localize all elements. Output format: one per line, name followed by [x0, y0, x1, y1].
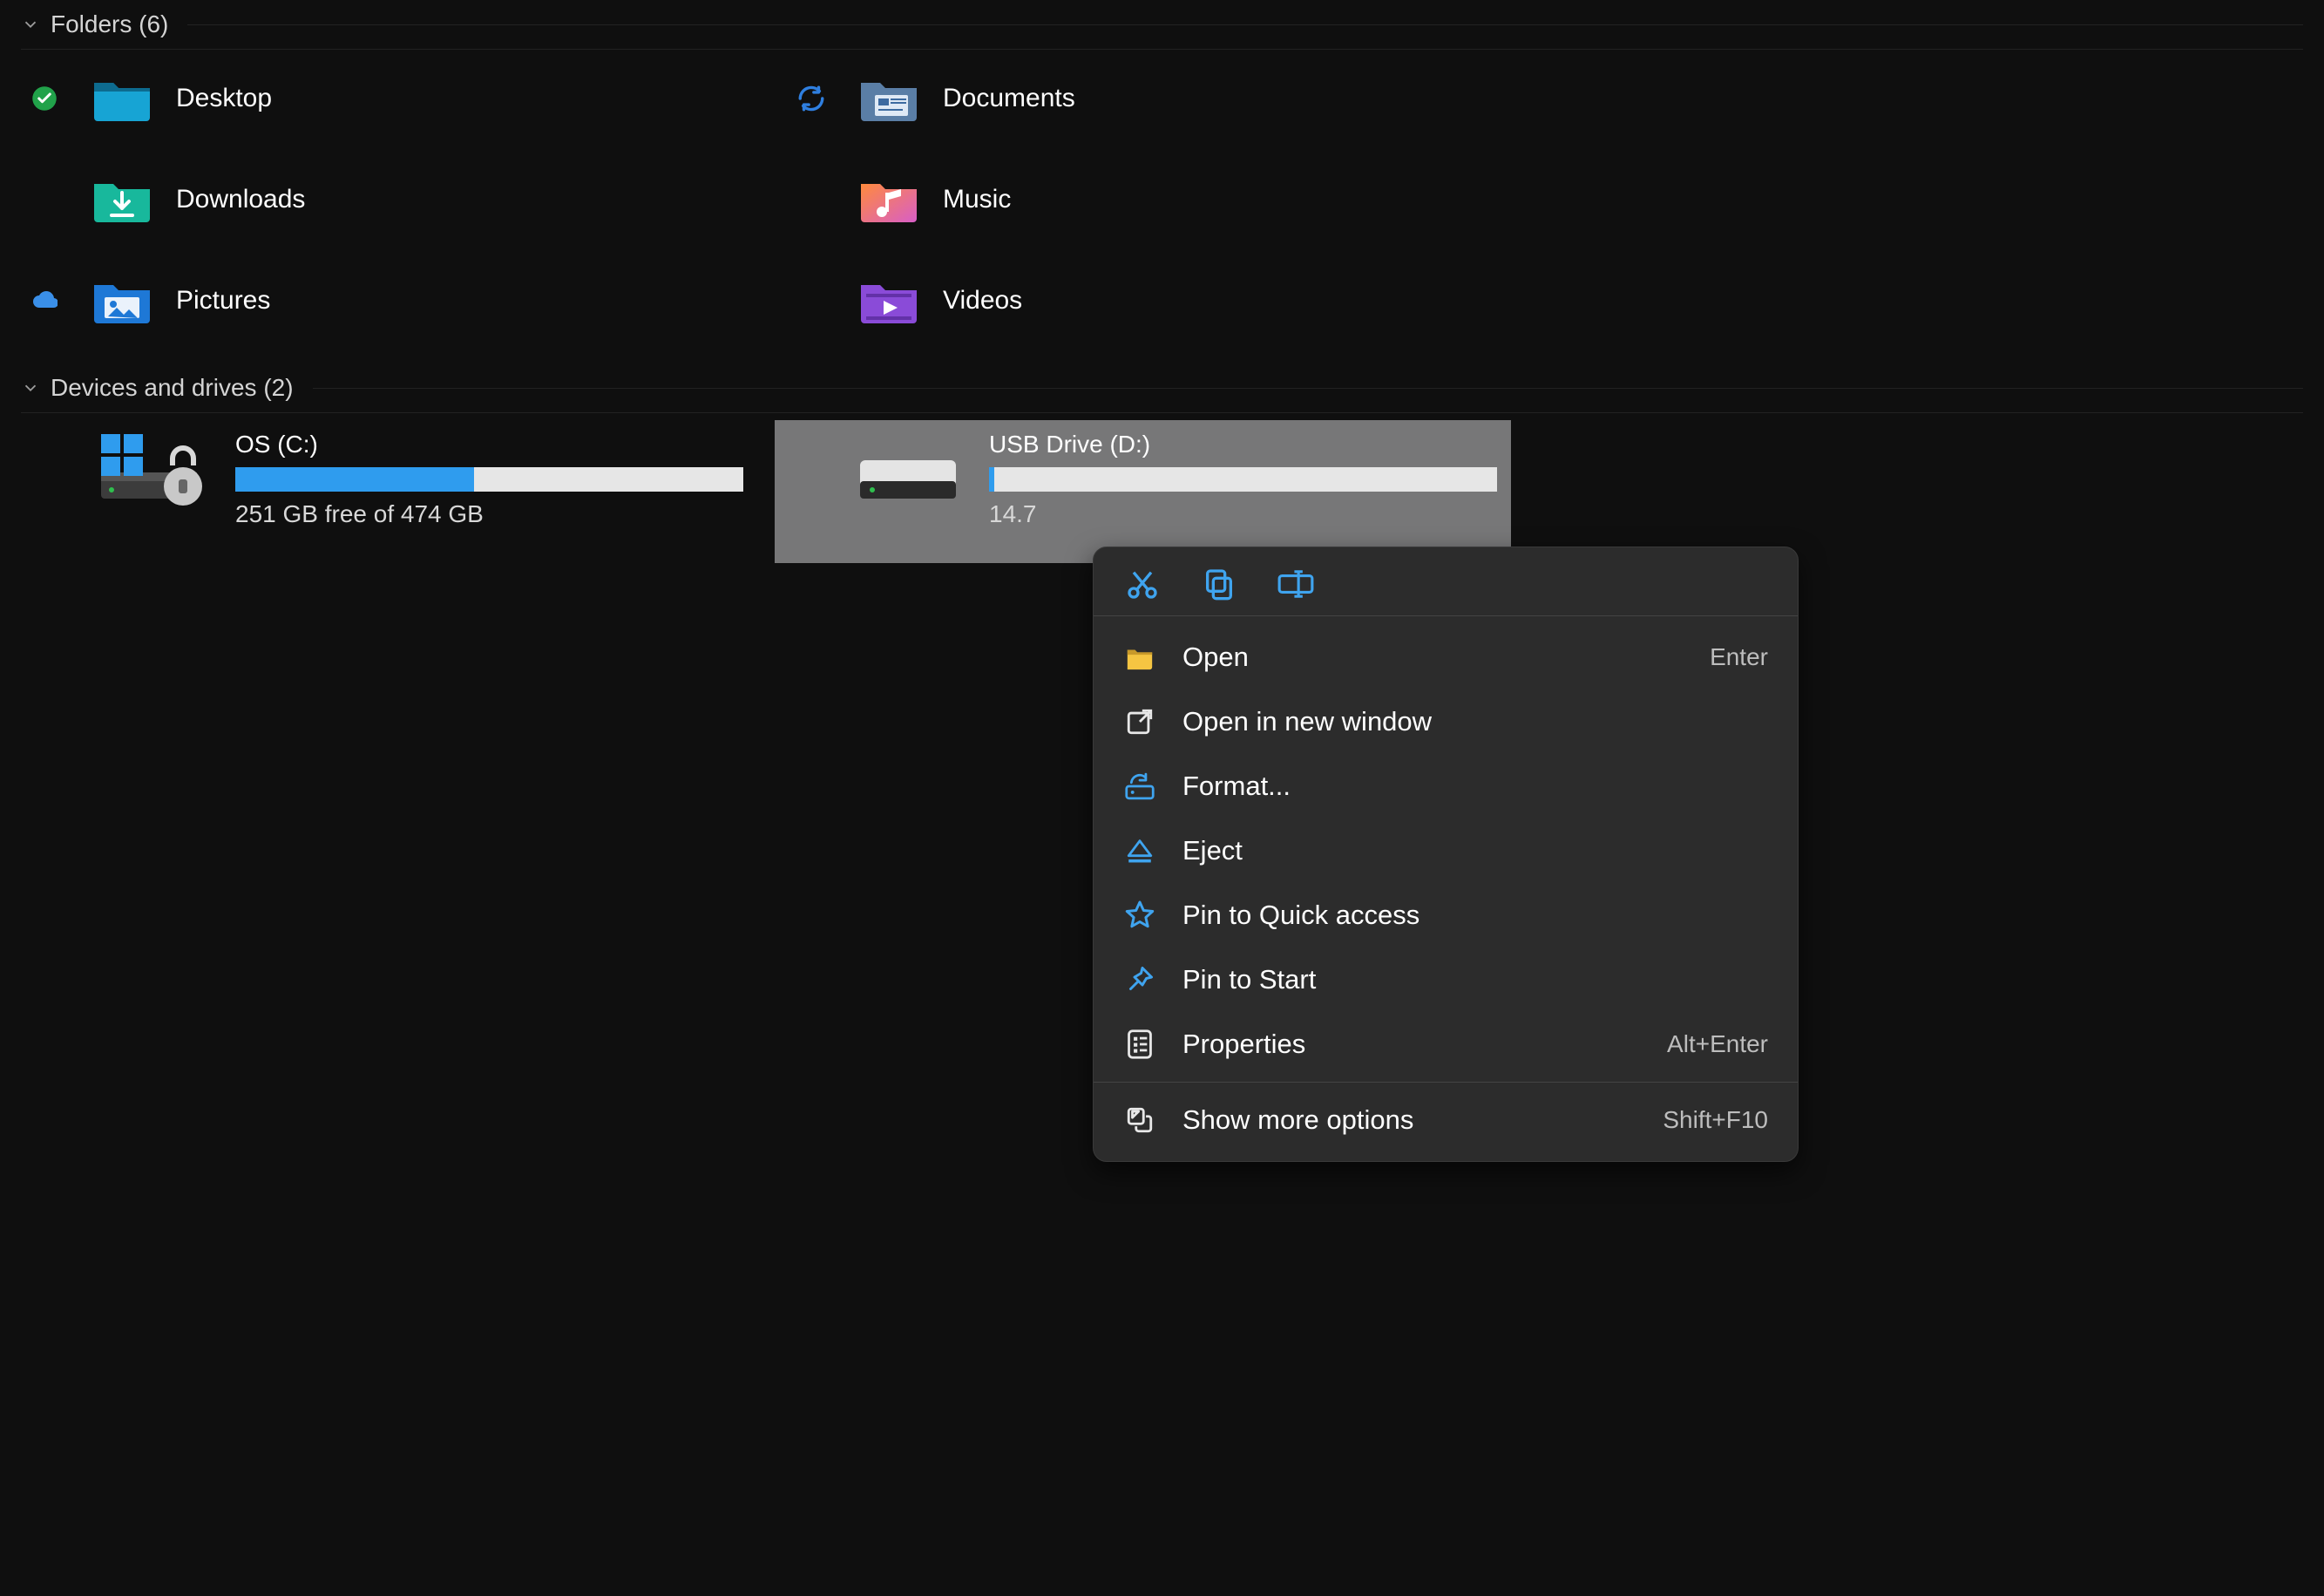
- cloud-status-icon: [31, 290, 58, 311]
- drive-subtext: 14.7: [989, 500, 1497, 528]
- pictures-folder-icon: [92, 276, 152, 325]
- context-menu-toolbar: [1094, 547, 1798, 616]
- storage-bar: [989, 467, 1497, 492]
- context-menu-label: Open: [1182, 642, 1684, 673]
- drives-section: Devices and drives (2): [0, 363, 2324, 563]
- folder-label: Downloads: [176, 185, 305, 214]
- context-menu-eject[interactable]: Eject: [1094, 818, 1798, 883]
- chevron-down-icon: [21, 378, 40, 397]
- context-menu-open[interactable]: Open Enter: [1094, 625, 1798, 689]
- drive-name: USB Drive (D:): [989, 431, 1497, 458]
- syncing-status-icon: [796, 84, 826, 113]
- eject-icon: [1123, 834, 1156, 867]
- desktop-folder-icon: [92, 74, 152, 123]
- folder-item-downloads[interactable]: Downloads: [21, 158, 770, 241]
- context-menu-format[interactable]: Format...: [1094, 754, 1798, 818]
- synced-status-icon: [31, 85, 58, 112]
- folder-item-desktop[interactable]: Desktop: [21, 57, 770, 140]
- context-menu-pin-quick-access[interactable]: Pin to Quick access: [1094, 883, 1798, 947]
- drive-os-icon: [96, 431, 213, 511]
- folders-section-header[interactable]: Folders (6): [21, 0, 2303, 50]
- context-menu-items: Open Enter Open in new window Format... …: [1094, 616, 1798, 1161]
- context-menu-label: Open in new window: [1182, 706, 1742, 737]
- music-folder-icon: [859, 175, 918, 224]
- folder-label: Documents: [943, 84, 1075, 113]
- folders-section: Folders (6) Desktop: [0, 0, 2324, 343]
- storage-bar: [235, 467, 743, 492]
- folders-grid: Desktop Documents Downloads: [21, 57, 2303, 343]
- drive-item-os-c[interactable]: OS (C:) 251 GB free of 474 GB: [21, 420, 757, 563]
- drive-subtext: 251 GB free of 474 GB: [235, 500, 743, 528]
- cut-icon[interactable]: [1123, 565, 1162, 603]
- folder-open-icon: [1123, 641, 1156, 674]
- drives-section-header[interactable]: Devices and drives (2): [21, 363, 2303, 413]
- show-more-icon: [1123, 1104, 1156, 1137]
- folder-label: Desktop: [176, 84, 272, 113]
- rename-icon[interactable]: [1277, 565, 1315, 603]
- storage-fill: [989, 467, 994, 492]
- drives-section-title: Devices and drives (2): [51, 374, 294, 402]
- context-menu-label: Pin to Quick access: [1182, 900, 1742, 931]
- folder-label: Music: [943, 185, 1011, 214]
- pin-icon: [1123, 963, 1156, 996]
- folder-label: Pictures: [176, 286, 270, 316]
- open-external-icon: [1123, 705, 1156, 738]
- context-menu-pin-start[interactable]: Pin to Start: [1094, 947, 1798, 1012]
- drive-name: OS (C:): [235, 431, 743, 458]
- folders-section-title: Folders (6): [51, 10, 168, 38]
- drives-grid: OS (C:) 251 GB free of 474 GB USB Drive …: [21, 420, 2303, 563]
- storage-fill: [235, 467, 474, 492]
- copy-icon[interactable]: [1200, 565, 1238, 603]
- folder-label: Videos: [943, 286, 1022, 316]
- folder-item-pictures[interactable]: Pictures: [21, 259, 770, 343]
- videos-folder-icon: [859, 276, 918, 325]
- section-divider: [187, 24, 2303, 25]
- drive-item-usb-d[interactable]: USB Drive (D:) 14.7: [775, 420, 1511, 563]
- section-divider: [313, 388, 2303, 389]
- context-menu: Open Enter Open in new window Format... …: [1093, 547, 1799, 1162]
- chevron-down-icon: [21, 15, 40, 34]
- context-menu-label: Pin to Start: [1182, 964, 1742, 995]
- context-menu-properties[interactable]: Properties Alt+Enter: [1094, 1012, 1798, 1076]
- folder-item-music[interactable]: Music: [788, 158, 1537, 241]
- context-menu-shortcut: Alt+Enter: [1667, 1030, 1768, 1058]
- folder-item-documents[interactable]: Documents: [788, 57, 1537, 140]
- context-menu-shortcut: Shift+F10: [1663, 1106, 1768, 1134]
- downloads-folder-icon: [92, 175, 152, 224]
- format-icon: [1123, 770, 1156, 803]
- properties-icon: [1123, 1028, 1156, 1061]
- folder-item-videos[interactable]: Videos: [788, 259, 1537, 343]
- context-menu-divider: [1094, 1082, 1798, 1083]
- context-menu-label: Properties: [1182, 1029, 1641, 1060]
- context-menu-open-new-window[interactable]: Open in new window: [1094, 689, 1798, 754]
- context-menu-show-more[interactable]: Show more options Shift+F10: [1094, 1088, 1798, 1152]
- drive-usb-icon: [850, 431, 966, 511]
- context-menu-shortcut: Enter: [1710, 643, 1768, 671]
- context-menu-label: Show more options: [1182, 1104, 1636, 1136]
- context-menu-label: Format...: [1182, 771, 1742, 802]
- documents-folder-icon: [859, 74, 918, 123]
- context-menu-label: Eject: [1182, 835, 1742, 866]
- star-icon: [1123, 899, 1156, 932]
